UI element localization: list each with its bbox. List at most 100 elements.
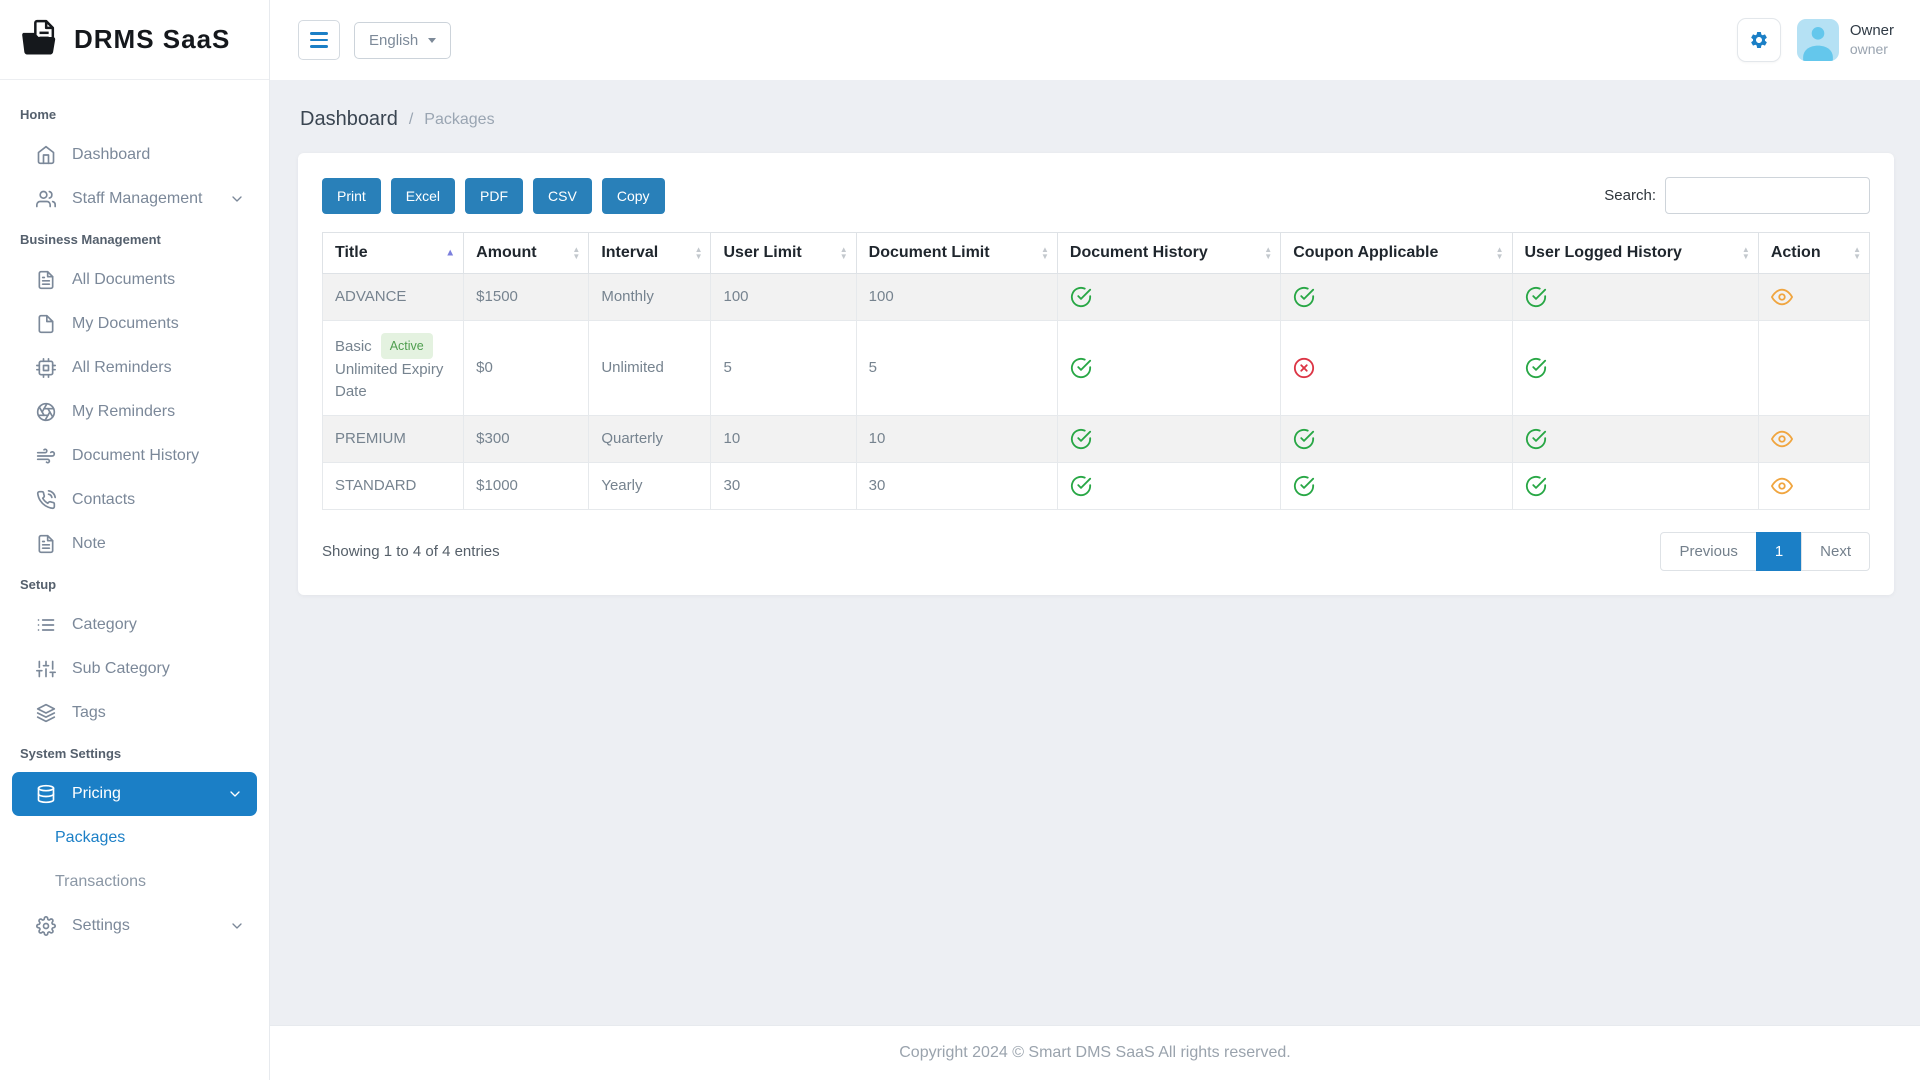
sidebar-toggle-button[interactable] — [298, 20, 340, 60]
gear-icon — [1751, 31, 1767, 48]
sidebar-item-pricing[interactable]: Pricing — [12, 772, 257, 816]
check-circle-icon — [1293, 286, 1315, 308]
excel-button[interactable]: Excel — [390, 177, 456, 214]
eye-icon[interactable] — [1771, 428, 1793, 450]
phone-call-icon — [36, 490, 56, 510]
column-header-document-history[interactable]: Document History ▲ ▼ — [1056, 232, 1282, 274]
sidebar-item-staff-management[interactable]: Staff Management — [0, 177, 269, 221]
breadcrumb-separator: / — [408, 110, 414, 128]
user-meta[interactable]: Owner owner — [1850, 22, 1894, 58]
check-circle-icon — [1525, 286, 1547, 308]
note-icon — [36, 534, 56, 554]
cell-document-limit: 5 — [855, 320, 1058, 416]
previous-page-button[interactable]: Previous — [1660, 531, 1757, 571]
search-area: Search: — [1604, 177, 1870, 214]
cell-user-logged-history — [1511, 320, 1759, 416]
file-text-icon — [36, 270, 56, 290]
sort-icon: ▲ ▼ — [1853, 245, 1861, 261]
sidebar-item-category[interactable]: Category — [0, 603, 269, 647]
sidebar-item-my-reminders[interactable]: My Reminders — [0, 390, 269, 434]
check-circle-icon — [1293, 428, 1315, 450]
column-header-interval[interactable]: Interval ▲ ▼ — [588, 232, 712, 274]
cell-coupon-applicable — [1280, 461, 1513, 510]
page-1-button[interactable]: 1 — [1755, 531, 1803, 571]
column-header-user-limit[interactable]: User Limit ▲ ▼ — [710, 232, 857, 274]
header-right: Owner owner — [1736, 18, 1894, 62]
packages-card: Print Excel PDF CSV Copy Search: Title ▲… — [298, 153, 1894, 595]
sidebar-item-tags[interactable]: Tags — [0, 691, 269, 735]
breadcrumb-dashboard[interactable]: Dashboard — [300, 108, 398, 131]
top-header: English Owner owner — [270, 0, 1920, 80]
cell-amount: $1000 — [463, 461, 590, 510]
brand-link[interactable]: DRMS SaaS — [0, 0, 269, 80]
cpu-icon — [36, 358, 56, 378]
database-icon — [36, 784, 56, 804]
pdf-button[interactable]: PDF — [465, 177, 524, 214]
sidebar-item-dashboard[interactable]: Dashboard — [0, 133, 269, 177]
avatar[interactable] — [1796, 19, 1839, 61]
sidebar-subitem-transactions[interactable]: Transactions — [0, 860, 269, 904]
next-page-button[interactable]: Next — [1801, 531, 1870, 571]
entries-info: Showing 1 to 4 of 4 entries — [322, 542, 500, 560]
chevron-down-icon — [227, 918, 247, 934]
column-header-coupon-applicable[interactable]: Coupon Applicable ▲ ▼ — [1280, 232, 1513, 274]
sidebar-item-all-reminders[interactable]: All Reminders — [0, 346, 269, 390]
language-dropdown[interactable]: English — [354, 21, 452, 59]
packages-table: Title ▲ Amount ▲ ▼ Interval ▲ ▼ User Limit ▲ ▼ … — [321, 232, 1871, 510]
language-selected: English — [369, 31, 419, 49]
sort-asc-icon: ▲ — [445, 247, 456, 259]
cell-document-history — [1056, 320, 1282, 416]
table-row: Basic Active Unlimited Expiry Date $0 Unl… — [321, 320, 1871, 416]
sidebar-item-all-documents[interactable]: All Documents — [0, 258, 269, 302]
user-role: owner — [1849, 40, 1888, 57]
sidebar-item-settings[interactable]: Settings — [0, 904, 269, 948]
sort-icon: ▲ ▼ — [1264, 245, 1273, 261]
gear-icon — [36, 916, 56, 936]
aperture-icon — [36, 402, 56, 422]
cell-amount: $1500 — [463, 273, 590, 321]
cell-user-logged-history — [1511, 273, 1759, 321]
column-header-title[interactable]: Title ▲ — [321, 232, 465, 274]
sidebar-item-note[interactable]: Note — [0, 522, 269, 566]
column-header-amount[interactable]: Amount ▲ ▼ — [463, 232, 590, 274]
caret-down-icon — [428, 37, 437, 43]
copy-button[interactable]: Copy — [601, 177, 665, 214]
cell-document-history — [1056, 273, 1282, 321]
home-icon — [36, 145, 56, 165]
table-row: STANDARD $1000 Yearly 30 30 — [321, 461, 1871, 510]
sidebar-item-document-history[interactable]: Document History — [0, 434, 269, 478]
eye-icon[interactable] — [1771, 475, 1793, 497]
column-header-user-logged-history[interactable]: User Logged History ▲ ▼ — [1511, 232, 1759, 274]
cell-document-limit: 100 — [855, 273, 1058, 321]
sidebar-item-sub-category[interactable]: Sub Category — [0, 647, 269, 691]
cell-action — [1757, 273, 1871, 321]
sidebar-item-contacts[interactable]: Contacts — [0, 478, 269, 522]
search-input[interactable] — [1665, 177, 1870, 214]
nav-section-business-management: Business Management — [20, 232, 161, 247]
settings-button[interactable] — [1736, 18, 1781, 62]
cell-interval: Yearly — [588, 461, 712, 510]
table-row: PREMIUM $300 Quarterly 10 10 — [321, 414, 1871, 463]
check-circle-icon — [1293, 475, 1315, 497]
csv-button[interactable]: CSV — [533, 177, 592, 214]
column-header-action[interactable]: Action ▲ ▼ — [1757, 232, 1871, 274]
column-header-document-limit[interactable]: Document Limit ▲ ▼ — [855, 232, 1058, 274]
sort-icon: ▲ ▼ — [694, 245, 703, 261]
cell-user-limit: 5 — [710, 320, 857, 416]
sort-icon: ▲ ▼ — [572, 245, 581, 261]
print-button[interactable]: Print — [322, 177, 381, 214]
cell-document-limit: 30 — [855, 461, 1058, 510]
page-footer: Copyright 2024 © Smart DMS SaaS All righ… — [270, 1025, 1920, 1080]
list-icon — [36, 615, 56, 635]
sidebar-item-my-documents[interactable]: My Documents — [0, 302, 269, 346]
cell-amount: $0 — [463, 320, 590, 416]
nav-section-setup: Setup — [20, 577, 57, 592]
eye-icon[interactable] — [1771, 286, 1793, 308]
cell-interval: Monthly — [588, 273, 712, 321]
brand-name: DRMS SaaS — [74, 24, 231, 54]
cell-coupon-applicable — [1280, 320, 1513, 416]
check-circle-icon — [1070, 286, 1092, 308]
cell-action — [1757, 461, 1871, 510]
sidebar-subitem-packages[interactable]: Packages — [0, 816, 269, 860]
hamburger-icon — [310, 32, 328, 35]
